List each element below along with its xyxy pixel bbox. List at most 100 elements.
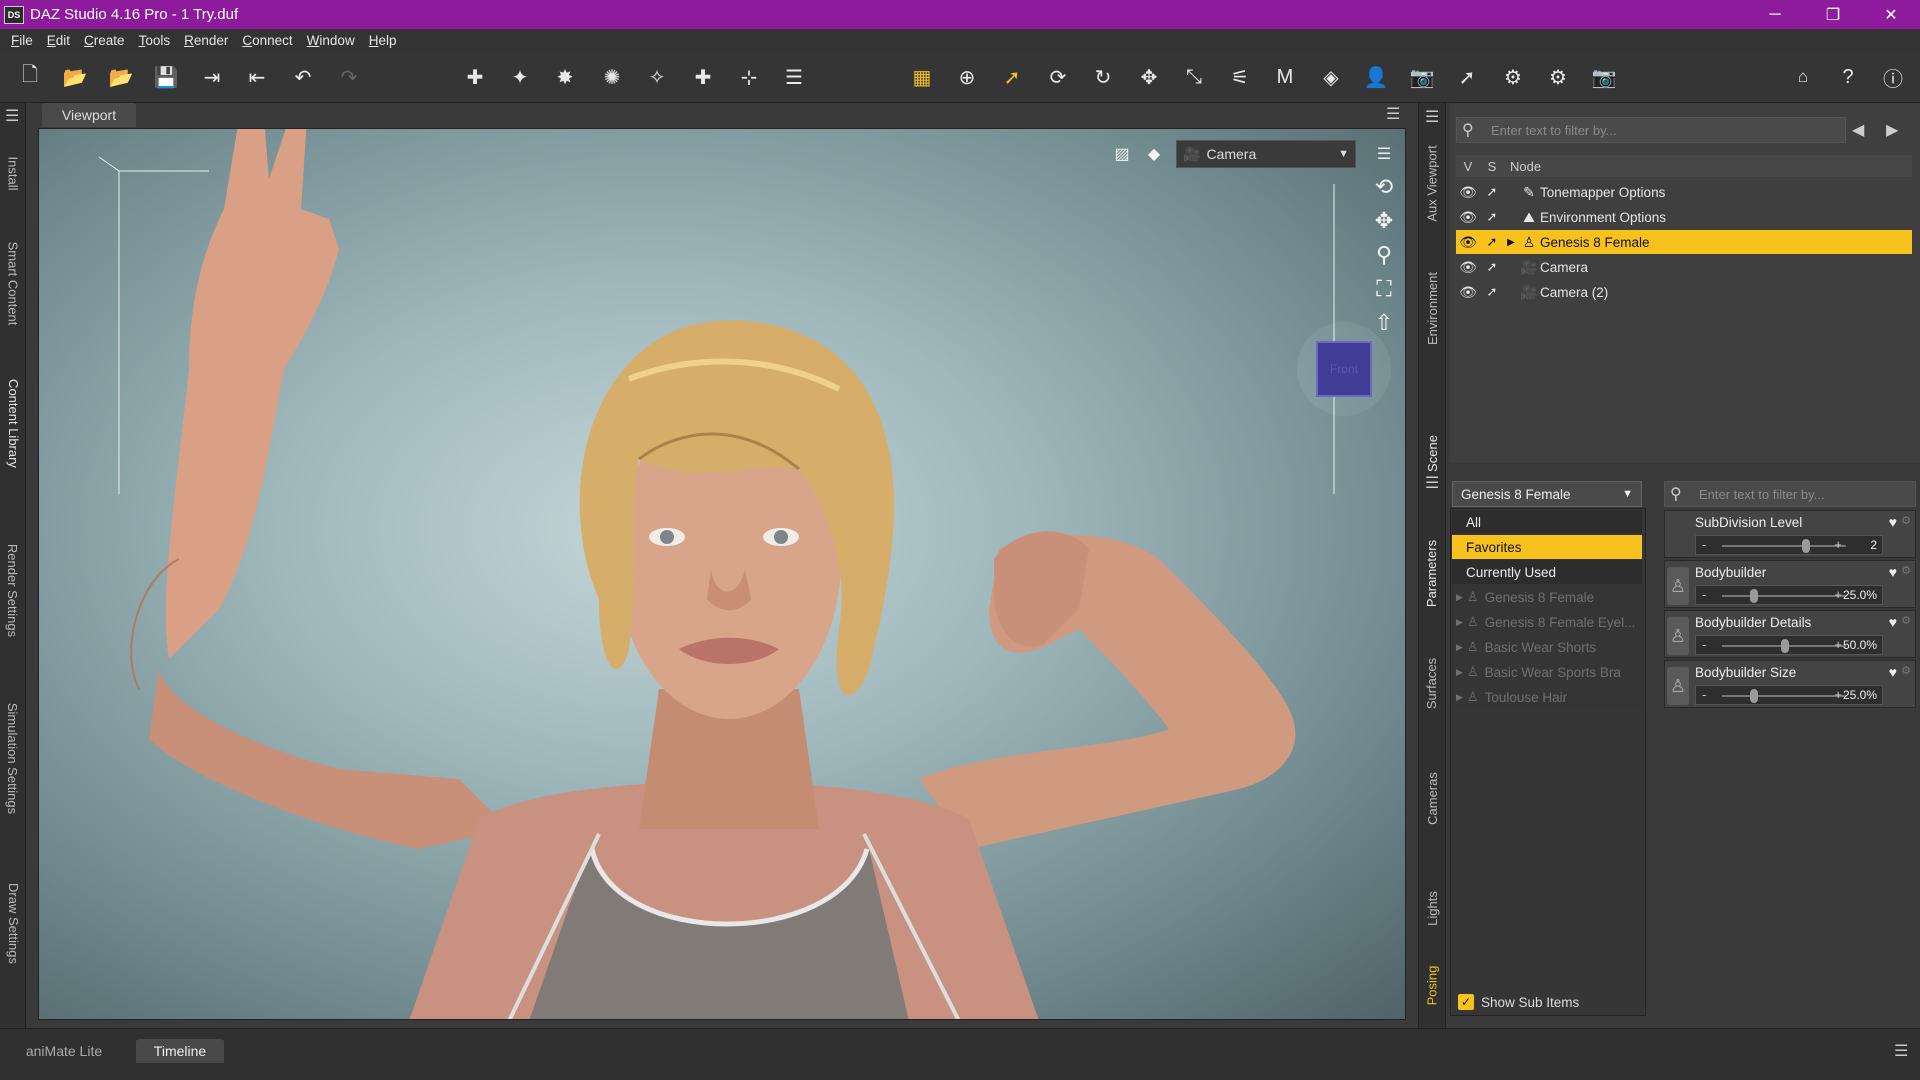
scene-node-row[interactable]: 👁 ➚ 🎥 Camera bbox=[1456, 255, 1912, 279]
viewport-options-icon[interactable]: ☰ bbox=[1370, 140, 1398, 168]
slider-track[interactable]: - + 25.0% bbox=[1695, 585, 1883, 605]
increment-icon[interactable]: + bbox=[1834, 637, 1842, 652]
create-group-icon[interactable]: ✚ bbox=[460, 63, 490, 91]
tab-posing[interactable]: Posing bbox=[1421, 943, 1443, 1028]
figure-icon[interactable]: 👤 bbox=[1361, 63, 1391, 91]
draw-style-icon[interactable]: ◆ bbox=[1140, 140, 1168, 168]
orbit-icon[interactable]: ⟲ bbox=[1370, 173, 1398, 201]
sub-item[interactable]: ▶ ♙ Genesis 8 Female Eyel... bbox=[1452, 610, 1642, 634]
scene-node-row[interactable]: 👁 ➚ 🎥 Camera (2) bbox=[1456, 280, 1912, 304]
whats-this-icon[interactable]: ? bbox=[1833, 63, 1863, 91]
eye-icon[interactable]: 👁 bbox=[1456, 209, 1480, 226]
scene-node-row[interactable]: 👁 ➚ ⛰ Environment Options bbox=[1456, 205, 1912, 229]
sub-item[interactable]: ▶ ♙ Genesis 8 Female bbox=[1452, 585, 1642, 609]
slider-track[interactable]: - + 50.0% bbox=[1695, 635, 1883, 655]
parameter-slider[interactable]: SubDivision Level ♥ ⚙ - + 2 bbox=[1664, 510, 1916, 558]
slider-value[interactable]: 50.0% bbox=[1842, 638, 1880, 653]
rotate-icon[interactable]: ↻ bbox=[1088, 63, 1118, 91]
minimize-button[interactable]: ─ bbox=[1746, 0, 1804, 29]
category-favorites[interactable]: Favorites bbox=[1452, 535, 1642, 559]
viewport-3d[interactable]: Front bbox=[38, 128, 1406, 1020]
active-pose-icon[interactable]: ⟳ bbox=[1043, 63, 1073, 91]
tab-animate-lite[interactable]: aniMate Lite bbox=[8, 1039, 120, 1063]
joint-editor-icon[interactable]: ⚟ bbox=[1225, 63, 1255, 91]
spot-render-icon[interactable]: ➚ bbox=[1452, 63, 1482, 91]
column-node[interactable]: Node bbox=[1504, 159, 1541, 174]
tab-draw-settings[interactable]: Draw Settings bbox=[2, 858, 24, 988]
create-spotlight-icon[interactable]: ✧ bbox=[642, 63, 672, 91]
eye-icon[interactable]: 👁 bbox=[1456, 234, 1480, 251]
expand-icon[interactable]: ▶ bbox=[1504, 237, 1518, 248]
slider-knob[interactable] bbox=[1749, 589, 1758, 603]
decrement-icon[interactable]: - bbox=[1702, 537, 1706, 552]
iray-preview-icon[interactable]: ⚙ bbox=[1498, 63, 1528, 91]
render-settings-icon[interactable]: 📷 bbox=[1407, 63, 1437, 91]
decrement-icon[interactable]: - bbox=[1702, 587, 1706, 602]
category-all[interactable]: All bbox=[1452, 510, 1642, 534]
pointer-icon[interactable]: ➚ bbox=[1480, 259, 1504, 275]
aspect-frame-icon[interactable]: ▨ bbox=[1108, 140, 1136, 168]
scale-icon[interactable]: ⤡ bbox=[1179, 63, 1209, 91]
import-icon[interactable]: ⇥ bbox=[197, 63, 227, 91]
slider-knob[interactable] bbox=[1749, 689, 1758, 703]
tab-parameters[interactable]: Parameters bbox=[1421, 513, 1443, 633]
eye-icon[interactable]: 👁 bbox=[1456, 184, 1480, 201]
create-camera-icon[interactable]: ✚ bbox=[688, 63, 718, 91]
tab-install[interactable]: Install bbox=[2, 143, 24, 203]
pointer-icon[interactable]: ➚ bbox=[1480, 184, 1504, 200]
zoom-icon[interactable]: ⚲ bbox=[1370, 241, 1398, 269]
eye-icon[interactable]: 👁 bbox=[1456, 259, 1480, 276]
tab-smart-content[interactable]: Smart Content bbox=[2, 223, 24, 343]
parameter-slider[interactable]: ♙ Bodybuilder Size ♥ ⚙ - + 25.0% bbox=[1664, 660, 1916, 708]
favorite-heart-icon[interactable]: ♥ bbox=[1889, 514, 1897, 530]
new-file-icon[interactable]: 🗋 bbox=[15, 63, 45, 91]
align-icon[interactable]: ☰ bbox=[779, 63, 809, 91]
menu-render[interactable]: Render bbox=[177, 33, 235, 48]
render-camera-icon[interactable]: 📷 bbox=[1589, 63, 1619, 91]
slider-value[interactable]: 2 bbox=[1842, 538, 1880, 553]
slider-track[interactable]: - + 25.0% bbox=[1695, 685, 1883, 705]
universal-tool-icon[interactable]: ⊕ bbox=[952, 63, 982, 91]
pointer-icon[interactable]: ➚ bbox=[1480, 234, 1504, 250]
menu-tools[interactable]: Tools bbox=[132, 33, 178, 48]
help-icon[interactable]: ⓘ bbox=[1878, 63, 1908, 91]
menu-edit[interactable]: Edit bbox=[40, 33, 77, 48]
redo-icon[interactable]: ↷ bbox=[334, 63, 364, 91]
parameter-slider[interactable]: ♙ Bodybuilder Details ♥ ⚙ - + 50.0% bbox=[1664, 610, 1916, 658]
pointer-icon[interactable]: ➚ bbox=[1480, 284, 1504, 300]
decrement-icon[interactable]: - bbox=[1702, 687, 1706, 702]
open-file-icon[interactable]: 📂 bbox=[60, 63, 90, 91]
scene-node-row[interactable]: 👁 ➚ ✎ Tonemapper Options bbox=[1456, 180, 1912, 204]
arrow-right-icon[interactable]: ▶ bbox=[1886, 120, 1898, 140]
tab-viewport[interactable]: Viewport bbox=[42, 103, 136, 127]
tab-cameras[interactable]: Cameras bbox=[1421, 748, 1443, 848]
pan-icon[interactable]: ✥ bbox=[1370, 207, 1398, 235]
tab-content-library[interactable]: Content Library bbox=[2, 358, 24, 488]
category-currently-used[interactable]: Currently Used bbox=[1452, 560, 1642, 584]
restore-button[interactable]: ❐ bbox=[1804, 0, 1862, 29]
save-icon[interactable]: 💾 bbox=[151, 63, 181, 91]
menu-window[interactable]: Window bbox=[300, 33, 362, 48]
column-visible[interactable]: V bbox=[1456, 159, 1480, 174]
column-selectable[interactable]: S bbox=[1480, 159, 1504, 174]
favorite-heart-icon[interactable]: ♥ bbox=[1889, 564, 1897, 580]
frame-icon[interactable]: ⛶ bbox=[1370, 275, 1398, 303]
show-sub-items-checkbox[interactable]: ✓ Show Sub Items bbox=[1450, 990, 1646, 1014]
menu-create[interactable]: Create bbox=[77, 33, 132, 48]
tab-timeline[interactable]: Timeline bbox=[136, 1039, 224, 1063]
viewport-menu-icon[interactable]: ☰ bbox=[1386, 104, 1400, 124]
slider-knob[interactable] bbox=[1781, 639, 1789, 653]
create-null-icon[interactable]: ⊹ bbox=[734, 63, 764, 91]
tab-render-settings[interactable]: Render Settings bbox=[2, 523, 24, 658]
parameters-filter-input[interactable]: Enter text to filter by... bbox=[1664, 481, 1916, 507]
slider-value[interactable]: 25.0% bbox=[1842, 588, 1880, 603]
increment-icon[interactable]: + bbox=[1834, 537, 1842, 552]
grid-icon[interactable]: ▦ bbox=[907, 63, 937, 91]
tab-surfaces[interactable]: Surfaces bbox=[1421, 643, 1443, 723]
slider-value[interactable]: 25.0% bbox=[1842, 688, 1880, 703]
open-recent-icon[interactable]: 📂 bbox=[106, 63, 136, 91]
view-cube[interactable]: Front bbox=[1316, 341, 1372, 397]
parameters-node-select[interactable]: Genesis 8 Female ▼ bbox=[1452, 481, 1642, 507]
tab-aux-viewport[interactable]: Aux Viewport bbox=[1421, 128, 1443, 238]
scene-node-row-selected[interactable]: 👁 ➚ ▶ ♙ Genesis 8 Female bbox=[1456, 230, 1912, 254]
